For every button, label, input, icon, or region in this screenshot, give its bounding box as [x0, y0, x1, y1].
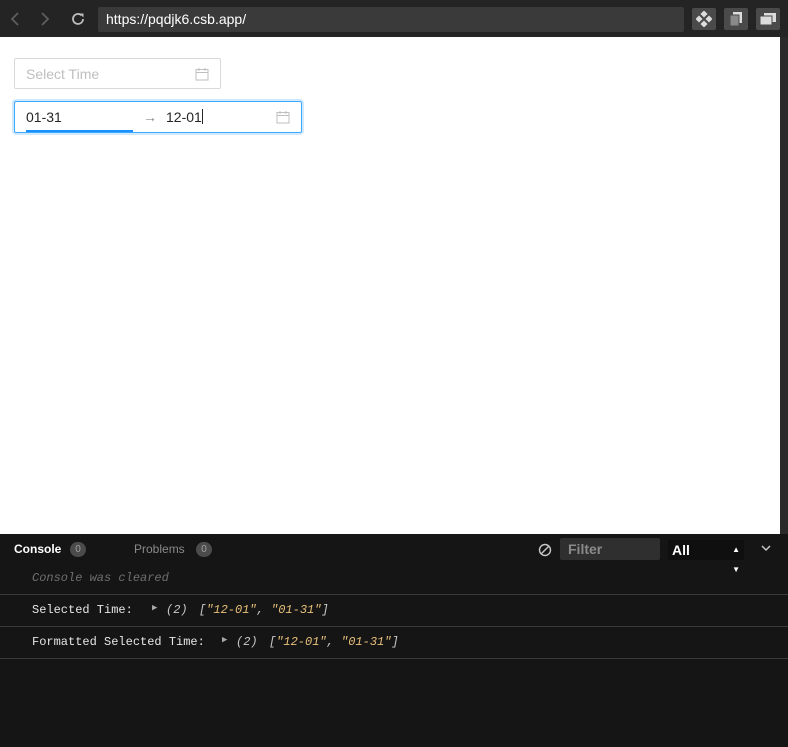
range-arrow: → — [143, 109, 157, 125]
log-value: 12-01 — [283, 635, 320, 649]
log-label: Formatted Selected Time: — [32, 635, 205, 649]
clear-console-icon[interactable] — [538, 543, 552, 557]
console-cleared-row: Console was cleared — [0, 563, 788, 595]
tab-console-label: Console — [14, 542, 62, 556]
log-value: 12-01 — [213, 603, 250, 617]
log-array-values: ["12-01", "01-31"] — [199, 603, 329, 617]
url-bar[interactable]: https://pqdjk6.csb.app/ — [98, 7, 684, 32]
page-preview: Select Time 01-31 → 12-01 — [0, 37, 780, 534]
copy-button[interactable] — [724, 8, 748, 30]
tab-problems-label: Problems — [134, 542, 185, 556]
console-filter-input[interactable]: Filter — [560, 538, 660, 560]
page-scrollbar[interactable] — [780, 37, 788, 534]
console-cleared-message: Console was cleared — [32, 571, 169, 585]
range-end-input[interactable]: 12-01 — [166, 109, 203, 125]
log-array-values: ["12-01", "01-31"] — [269, 635, 399, 649]
problems-count-badge: 0 — [196, 542, 212, 557]
range-start-input[interactable]: 01-31 — [26, 109, 62, 125]
range-end-value: 12-01 — [166, 109, 202, 125]
windows-icon — [759, 13, 776, 26]
time-picker-placeholder: Select Time — [26, 66, 100, 82]
log-label: Selected Time: — [32, 603, 133, 617]
expand-triangle-icon[interactable]: ▶ — [222, 635, 227, 645]
calendar-icon — [195, 68, 209, 81]
browser-toolbar: https://pqdjk6.csb.app/ — [0, 0, 788, 37]
log-array-length: (2) — [236, 635, 258, 649]
back-button[interactable] — [4, 8, 26, 30]
console-panel: Console 0 Problems 0 Filter All ▲ ▼ Conso… — [0, 534, 788, 747]
log-value: 01-31 — [278, 603, 315, 617]
chevron-left-icon — [10, 12, 19, 26]
reload-icon — [72, 13, 84, 25]
console-count-badge: 0 — [70, 542, 86, 557]
time-picker[interactable]: Select Time — [14, 58, 221, 89]
chevron-right-icon — [41, 12, 50, 26]
log-row: Formatted Selected Time: ▶ (2) ["12-01",… — [0, 627, 788, 659]
active-input-indicator — [26, 130, 133, 132]
log-level-value: All — [672, 542, 690, 558]
codesandbox-button[interactable] — [692, 8, 716, 30]
calendar-icon — [276, 111, 290, 124]
copy-icon — [729, 12, 742, 27]
chevron-down-icon[interactable] — [760, 542, 772, 554]
expand-triangle-icon[interactable]: ▶ — [152, 603, 157, 613]
forward-button[interactable] — [34, 8, 56, 30]
diamond-grid-icon — [696, 11, 712, 27]
reload-button[interactable] — [67, 8, 89, 30]
time-range-picker[interactable]: 01-31 → 12-01 — [14, 101, 302, 133]
log-value: 01-31 — [348, 635, 385, 649]
log-row: Selected Time: ▶ (2) ["12-01", "01-31"] — [0, 595, 788, 627]
log-array-length: (2) — [166, 603, 188, 617]
text-caret — [201, 109, 203, 124]
new-window-button[interactable] — [756, 8, 780, 30]
log-level-select[interactable]: All ▲ ▼ — [668, 540, 744, 574]
